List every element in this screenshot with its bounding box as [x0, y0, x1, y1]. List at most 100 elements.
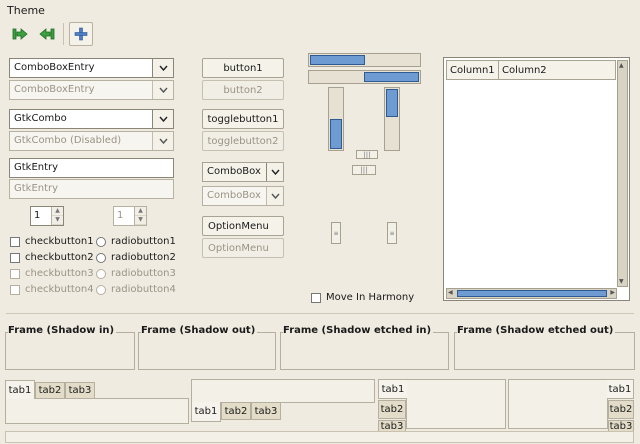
tab1[interactable]: tab1 [378, 379, 407, 399]
radio-icon [96, 284, 106, 295]
button1[interactable]: button1 [202, 58, 284, 78]
comboboxentry[interactable]: ComboBoxEntry [9, 58, 174, 78]
spin-down-icon[interactable]: ▼ [52, 216, 63, 225]
spin-value[interactable]: 1 [31, 207, 51, 225]
tab1[interactable]: tab1 [191, 402, 221, 422]
radio-icon[interactable] [96, 252, 106, 263]
spin-value-disabled: 1 [117, 210, 124, 221]
tab2[interactable]: tab2 [378, 400, 406, 419]
frame-shadow-etched-in [280, 332, 449, 370]
togglebutton1[interactable]: togglebutton1 [202, 109, 284, 129]
small-hscale-handle[interactable]: ||| [356, 150, 378, 159]
tab2[interactable]: tab2 [221, 402, 251, 420]
combobox-disabled-text: ComboBox [207, 190, 261, 201]
spin-button[interactable]: 1 ▲ ▼ [30, 206, 64, 226]
tree-vscrollbar[interactable]: ▲ ▼ [617, 60, 628, 287]
gtk-combo-disabled-text: GtkCombo (Disabled) [14, 135, 122, 146]
add-button[interactable] [69, 22, 93, 46]
go-first-button[interactable] [10, 24, 30, 44]
frame-shadow-out-label: Frame (Shadow out) [141, 325, 258, 336]
tree-hscrollbar[interactable]: ◀ ▶ [446, 288, 617, 299]
option-menu-disabled: OptionMenu [202, 238, 284, 258]
chevron-down-icon [152, 132, 173, 150]
radio-icon [96, 268, 106, 279]
frame-shadow-in-label: Frame (Shadow in) [8, 325, 117, 336]
tab1[interactable]: tab1 [5, 380, 35, 399]
chevron-down-icon[interactable] [266, 163, 283, 181]
comboboxentry-text[interactable]: ComboBoxEntry [10, 59, 152, 77]
tab3[interactable]: tab3 [251, 402, 281, 420]
vscrollbar-slider[interactable] [386, 89, 398, 117]
tab1[interactable]: tab1 [607, 379, 634, 399]
radio-icon[interactable] [96, 236, 106, 247]
tree-hscrollbar-slider[interactable] [457, 290, 607, 297]
checkbutton1[interactable]: checkbutton1 [10, 236, 94, 247]
small-vscroll-handle[interactable]: ≡ [387, 222, 397, 244]
gtk-entry[interactable]: GtkEntry [9, 158, 174, 178]
tab2[interactable]: tab2 [608, 400, 634, 419]
hscale[interactable] [308, 53, 421, 67]
comboboxentry-disabled-text: ComboBoxEntry [14, 84, 95, 95]
tree-column1-header[interactable]: Column1 [446, 60, 499, 80]
hscrollbar-slider[interactable] [364, 72, 419, 82]
checkbox-icon[interactable] [10, 252, 20, 263]
go-last-icon [39, 28, 55, 40]
scroll-left-icon[interactable]: ◀ [448, 289, 453, 296]
checkbutton4: checkbutton4 [10, 284, 94, 295]
theme-menu[interactable]: Theme [7, 4, 45, 17]
option-menu[interactable]: OptionMenu [202, 216, 284, 236]
checkbox-icon[interactable] [311, 292, 321, 303]
hscale-slider[interactable] [310, 55, 365, 65]
hscrollbar[interactable] [308, 70, 421, 84]
gtk-combo[interactable]: GtkCombo [9, 109, 174, 129]
radiobutton3: radiobutton3 [96, 268, 176, 279]
vscrollbar[interactable] [384, 87, 400, 151]
checkbox-icon [10, 268, 20, 279]
notebook-bottom-pane [191, 379, 375, 403]
frame-shadow-etched-in-label: Frame (Shadow etched in) [283, 325, 434, 336]
checkbox-icon[interactable] [10, 236, 20, 247]
chevron-down-icon[interactable] [152, 59, 173, 77]
status-bar [5, 431, 634, 443]
togglebutton2: togglebutton2 [202, 131, 284, 151]
comboboxentry-disabled: ComboBoxEntry [9, 80, 174, 100]
combobox-disabled: ComboBox [202, 186, 284, 206]
tree-column2-header[interactable]: Column2 [498, 60, 616, 80]
button2: button2 [202, 80, 284, 100]
checkbutton2[interactable]: checkbutton2 [10, 252, 94, 263]
checkbox-icon [10, 284, 20, 295]
radiobutton1[interactable]: radiobutton1 [96, 236, 176, 247]
toolbar-separator [63, 23, 64, 45]
scroll-down-icon[interactable]: ▼ [619, 278, 626, 285]
chevron-down-icon[interactable] [152, 110, 173, 128]
small-vscale-handle[interactable]: ≡ [331, 222, 341, 244]
gtk-entry-disabled: GtkEntry [9, 179, 174, 199]
horizontal-separator [6, 313, 634, 314]
vscale-slider[interactable] [330, 119, 342, 149]
add-icon [74, 27, 88, 41]
move-in-harmony-check[interactable]: Move In Harmony [311, 292, 414, 303]
gtk-combo-text[interactable]: GtkCombo [10, 110, 152, 128]
combobox[interactable]: ComboBox [202, 162, 284, 182]
scroll-up-icon[interactable]: ▲ [619, 62, 626, 69]
notebook-top-pane [5, 398, 189, 424]
notebook-left-pane [406, 379, 506, 429]
frame-shadow-out [138, 332, 276, 370]
spin-up-icon: ▲ [135, 207, 146, 216]
tree-view[interactable]: Column1 Column2 ▲ ▼ ◀ ▶ [443, 57, 630, 301]
radiobutton4: radiobutton4 [96, 284, 176, 295]
frame-shadow-in [5, 332, 135, 370]
spin-up-icon[interactable]: ▲ [52, 207, 63, 216]
go-last-button[interactable] [37, 24, 57, 44]
radiobutton2[interactable]: radiobutton2 [96, 252, 176, 263]
chevron-down-icon [152, 81, 173, 99]
frame-shadow-etched-out [454, 332, 635, 370]
scroll-right-icon[interactable]: ▶ [610, 289, 615, 296]
tab2[interactable]: tab2 [35, 382, 65, 399]
spin-button-disabled: 1 ▲ ▼ [113, 206, 147, 226]
tab3[interactable]: tab3 [65, 382, 95, 399]
combobox-text[interactable]: ComboBox [203, 163, 266, 181]
small-hscroll-handle[interactable]: ||| [352, 165, 376, 175]
chevron-down-icon [266, 187, 283, 205]
vscale[interactable] [328, 87, 344, 151]
